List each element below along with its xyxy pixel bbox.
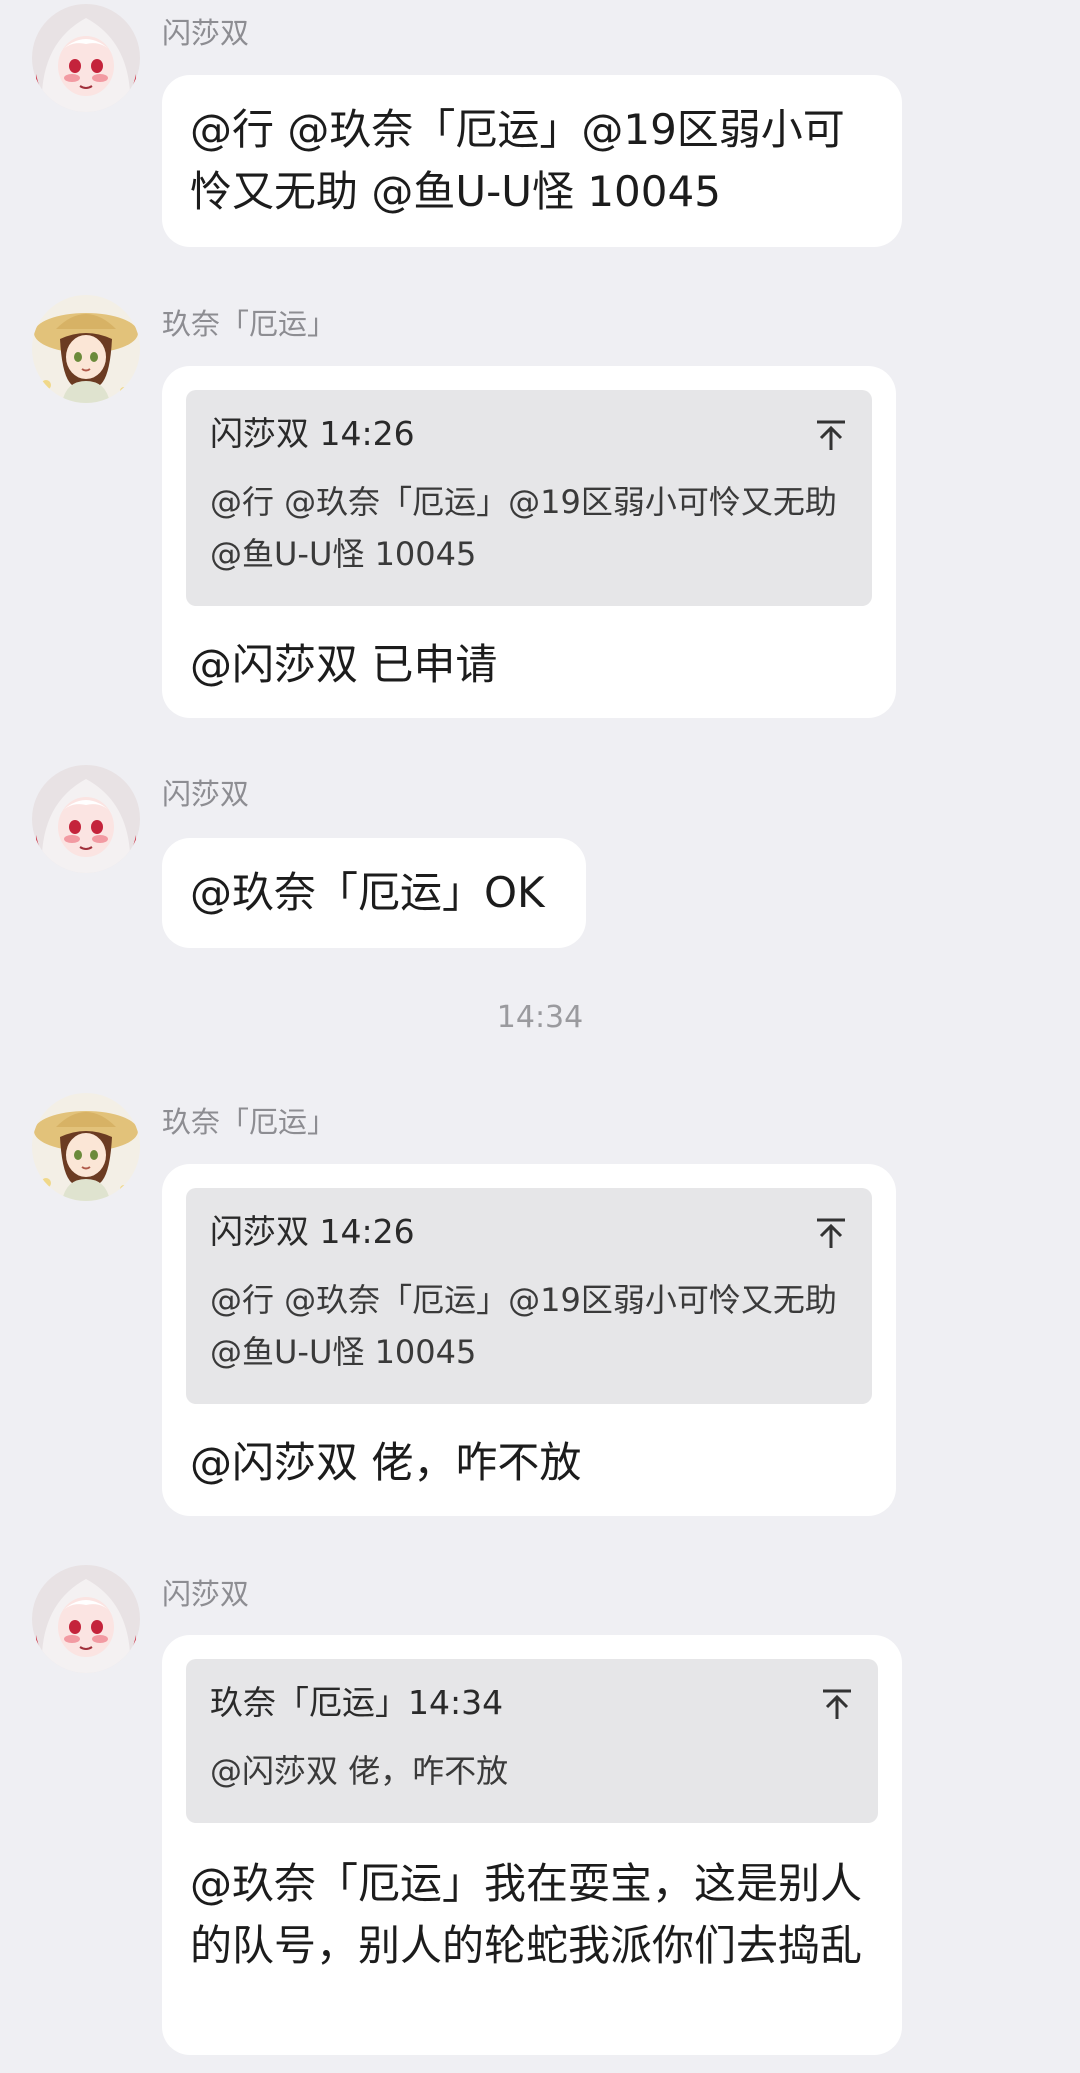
anime-girl-white-red-hair-avatar-icon xyxy=(32,4,140,112)
message-bubble[interactable]: @行 @玖奈「厄运」@19区弱小可怜又无助 @鱼ᑌ-ᑌ怪 10045 xyxy=(162,75,902,247)
avatar[interactable] xyxy=(32,1565,140,1673)
time-separator: 14:34 xyxy=(496,1000,584,1035)
sender-name[interactable]: 闪莎双 xyxy=(162,771,249,813)
quote-body: @行 @玖奈「厄运」@19区弱小可怜又无助 @鱼ᑌ-ᑌ怪 10045 xyxy=(210,1281,837,1371)
message-bubble[interactable]: 闪莎双 14:26 @行 @玖奈「厄运」@19区弱小可怜又无助 @鱼ᑌ-ᑌ怪 1… xyxy=(162,366,896,718)
avatar[interactable] xyxy=(32,765,140,873)
sender-name[interactable]: 玖奈「厄运」 xyxy=(162,1099,336,1141)
quoted-message[interactable]: 闪莎双 14:26 @行 @玖奈「厄运」@19区弱小可怜又无助 @鱼ᑌ-ᑌ怪 1… xyxy=(186,1188,872,1404)
message-bubble[interactable]: 闪莎双 14:26 @行 @玖奈「厄运」@19区弱小可怜又无助 @鱼ᑌ-ᑌ怪 1… xyxy=(162,1164,896,1516)
quote-header: 闪莎双 14:26 xyxy=(210,1212,415,1251)
message-text: @玖奈「厄运」我在耍宝，这是别人的队号，别人的轮蛇我派你们去捣乱 xyxy=(190,1859,863,1970)
avatar[interactable] xyxy=(32,1093,140,1201)
message-text: @行 @玖奈「厄运」@19区弱小可怜又无助 @鱼ᑌ-ᑌ怪 10045 xyxy=(190,105,845,216)
message-bubble[interactable]: @玖奈「厄运」OK xyxy=(162,838,586,948)
quoted-message[interactable]: 玖奈「厄运」14:34 @闪莎双 佬，咋不放 xyxy=(186,1659,878,1823)
sender-name[interactable]: 闪莎双 xyxy=(162,1571,249,1613)
quote-header: 玖奈「厄运」14:34 xyxy=(210,1683,504,1722)
arrow-up-to-top-icon[interactable] xyxy=(814,1216,848,1250)
arrow-up-to-top-icon[interactable] xyxy=(814,418,848,452)
message-bubble[interactable]: 玖奈「厄运」14:34 @闪莎双 佬，咋不放 @玖奈「厄运」我在耍宝，这是别人的… xyxy=(162,1635,902,2055)
anime-girl-straw-hat-avatar-icon xyxy=(32,1093,140,1201)
anime-girl-straw-hat-avatar-icon xyxy=(32,295,140,403)
sender-name[interactable]: 玖奈「厄运」 xyxy=(162,301,336,343)
anime-girl-white-red-hair-avatar-icon xyxy=(32,1565,140,1673)
anime-girl-white-red-hair-avatar-icon xyxy=(32,765,140,873)
arrow-up-to-top-icon[interactable] xyxy=(820,1687,854,1721)
avatar[interactable] xyxy=(32,4,140,112)
quote-header: 闪莎双 14:26 xyxy=(210,414,415,453)
quoted-message[interactable]: 闪莎双 14:26 @行 @玖奈「厄运」@19区弱小可怜又无助 @鱼ᑌ-ᑌ怪 1… xyxy=(186,390,872,606)
quote-body: @行 @玖奈「厄运」@19区弱小可怜又无助 @鱼ᑌ-ᑌ怪 10045 xyxy=(210,483,837,573)
message-text: @闪莎双 佬，咋不放 xyxy=(190,1438,582,1487)
avatar[interactable] xyxy=(32,295,140,403)
sender-name[interactable]: 闪莎双 xyxy=(162,10,249,52)
message-text: @闪莎双 已申请 xyxy=(190,640,498,689)
message-text: @玖奈「厄运」OK xyxy=(190,868,545,917)
quote-body: @闪莎双 佬，咋不放 xyxy=(210,1752,509,1790)
